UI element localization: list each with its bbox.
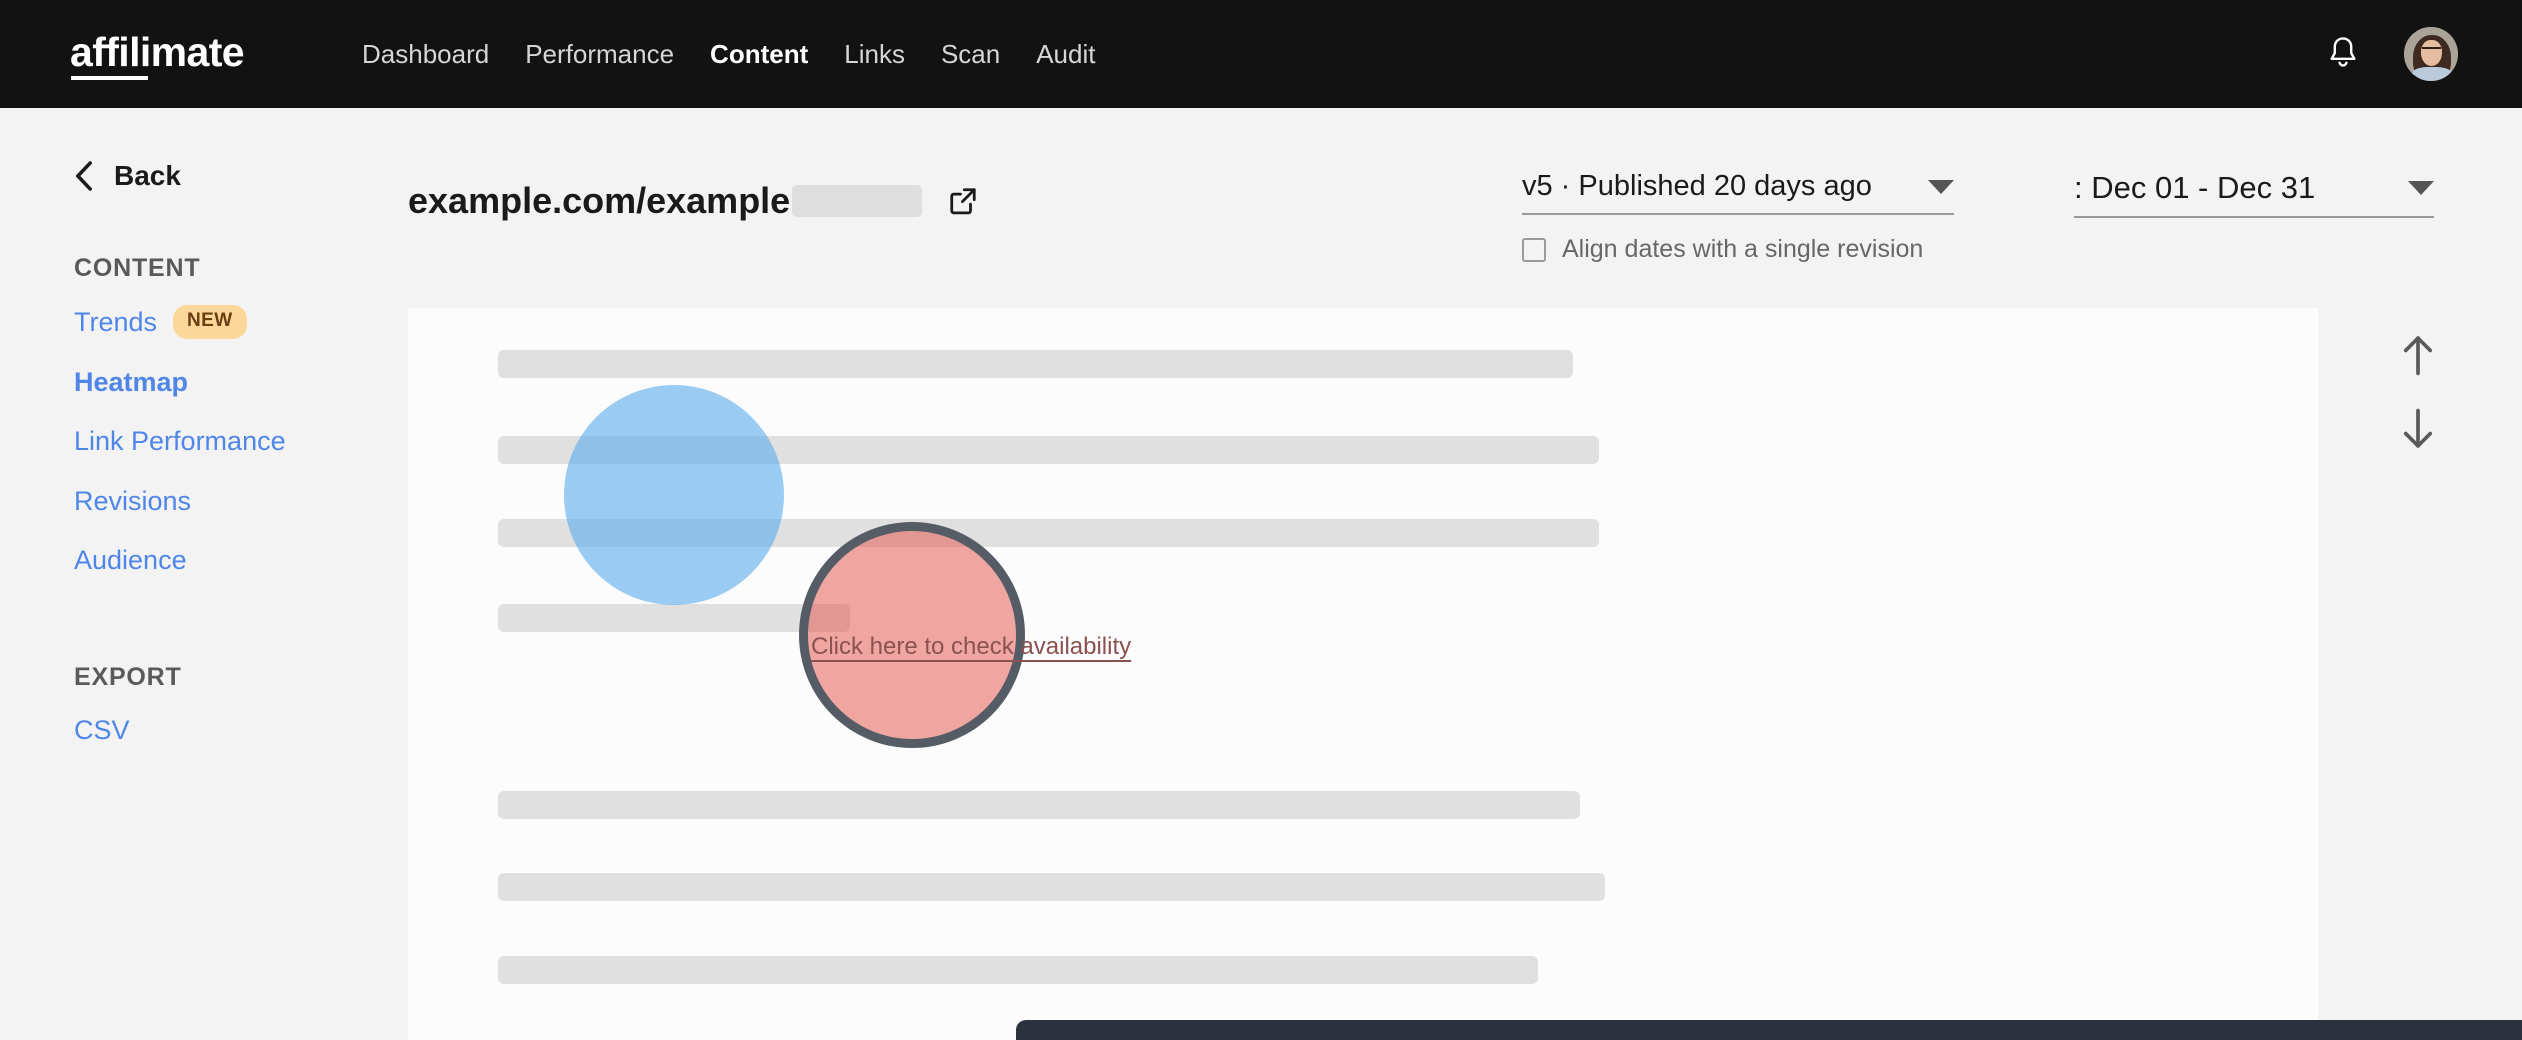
chevron-down-icon bbox=[2408, 181, 2434, 195]
heatmap-scroll-controls bbox=[2318, 308, 2518, 1040]
sidebar-item-csv[interactable]: CSV bbox=[74, 714, 408, 746]
sidebar-item-trends[interactable]: Trends NEW bbox=[74, 305, 408, 339]
skeleton-bar bbox=[498, 873, 1605, 901]
revision-selector-block: v5 · Published 20 days ago Align dates w… bbox=[1522, 152, 1954, 264]
arrow-down-icon[interactable] bbox=[2399, 406, 2437, 452]
revision-select-value: v5 · Published 20 days ago bbox=[1522, 170, 1872, 203]
skeleton-bar bbox=[498, 791, 1580, 819]
sidebar: Back CONTENT Trends NEW Heatmap Link Per… bbox=[0, 108, 408, 1040]
nav-item-links[interactable]: Links bbox=[844, 39, 905, 70]
cta-link-check-availability[interactable]: Click here to check availability bbox=[811, 633, 1131, 661]
chevron-down-icon bbox=[1928, 180, 1954, 194]
avatar-glasses bbox=[2422, 47, 2441, 53]
app-logo-text: affilimate bbox=[70, 29, 244, 75]
back-label: Back bbox=[114, 160, 181, 192]
sidebar-item-link-performance-label: Link Performance bbox=[74, 425, 286, 457]
page-title-block: example.com/example bbox=[408, 152, 978, 222]
page-body: Back CONTENT Trends NEW Heatmap Link Per… bbox=[0, 108, 2522, 1040]
sidebar-section-export-title: EXPORT bbox=[74, 663, 408, 692]
heatmap-preview-panel[interactable]: Click here to check availability bbox=[408, 308, 2318, 1040]
align-dates-label: Align dates with a single revision bbox=[1562, 235, 1923, 264]
page-title-text: example.com/example bbox=[408, 180, 790, 222]
heatmap-panel-area: Click here to check availability bbox=[408, 308, 2522, 1040]
redacted-url-segment bbox=[792, 185, 922, 217]
nav-item-dashboard[interactable]: Dashboard bbox=[362, 39, 489, 70]
skeleton-bar bbox=[498, 956, 1538, 984]
avatar[interactable] bbox=[2404, 27, 2458, 81]
chevron-left-icon bbox=[74, 161, 94, 191]
main-content: example.com/example v5 · Published 20 da… bbox=[408, 108, 2522, 1040]
align-dates-checkbox[interactable] bbox=[1522, 238, 1546, 262]
nav-item-content[interactable]: Content bbox=[710, 39, 808, 70]
sidebar-item-heatmap[interactable]: Heatmap bbox=[74, 366, 408, 398]
page-title: example.com/example bbox=[408, 180, 922, 222]
sidebar-item-link-performance[interactable]: Link Performance bbox=[74, 425, 408, 457]
sidebar-item-audience-label: Audience bbox=[74, 544, 187, 576]
status-badge-new: NEW bbox=[173, 305, 247, 339]
app-logo[interactable]: affilimate bbox=[70, 29, 244, 80]
revision-select[interactable]: v5 · Published 20 days ago bbox=[1522, 170, 1954, 215]
back-button[interactable]: Back bbox=[74, 160, 408, 192]
sidebar-item-revisions[interactable]: Revisions bbox=[74, 485, 408, 517]
arrow-up-icon[interactable] bbox=[2399, 332, 2437, 378]
sidebar-item-audience[interactable]: Audience bbox=[74, 544, 408, 576]
date-range-block: : Dec 01 - Dec 31 bbox=[2074, 152, 2434, 218]
nav-item-scan[interactable]: Scan bbox=[941, 39, 1000, 70]
sidebar-item-revisions-label: Revisions bbox=[74, 485, 191, 517]
content-header: example.com/example v5 · Published 20 da… bbox=[408, 152, 2522, 264]
date-range-value: : Dec 01 - Dec 31 bbox=[2074, 170, 2315, 206]
nav-right-cluster bbox=[2326, 27, 2458, 81]
skeleton-bar bbox=[498, 604, 850, 632]
sidebar-section-divider bbox=[74, 603, 408, 663]
sidebar-item-csv-label: CSV bbox=[74, 714, 130, 746]
skeleton-bar bbox=[498, 350, 1573, 378]
sidebar-section-content-title: CONTENT bbox=[74, 254, 408, 283]
nav-item-audit[interactable]: Audit bbox=[1036, 39, 1095, 70]
product-summary-bar: Example Product $87.71 from 20 sales 52%… bbox=[1016, 1020, 2522, 1040]
sidebar-item-heatmap-label: Heatmap bbox=[74, 366, 188, 398]
top-navigation-bar: affilimate Dashboard Performance Content… bbox=[0, 0, 2522, 108]
date-range-select[interactable]: : Dec 01 - Dec 31 bbox=[2074, 170, 2434, 218]
avatar-shirt bbox=[2412, 67, 2452, 81]
align-dates-checkbox-row[interactable]: Align dates with a single revision bbox=[1522, 235, 1954, 264]
logo-underline bbox=[71, 76, 148, 80]
sidebar-item-trends-label: Trends bbox=[74, 306, 157, 338]
heatmap-hotspot-blue[interactable] bbox=[564, 385, 784, 605]
avatar-face bbox=[2421, 40, 2442, 66]
primary-nav: Dashboard Performance Content Links Scan… bbox=[362, 39, 1095, 70]
nav-item-performance[interactable]: Performance bbox=[525, 39, 674, 70]
external-link-icon[interactable] bbox=[948, 186, 978, 216]
bell-icon[interactable] bbox=[2326, 35, 2360, 73]
